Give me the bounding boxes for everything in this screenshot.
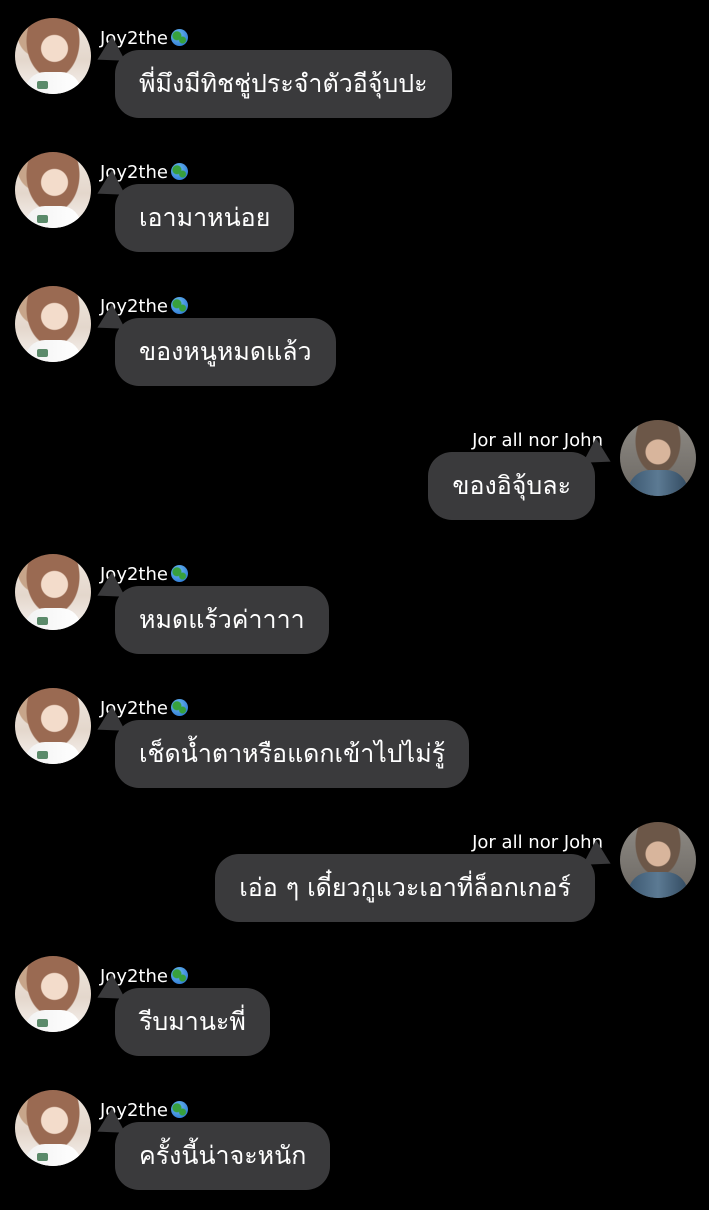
globe-icon <box>170 163 188 180</box>
avatar[interactable] <box>15 286 91 362</box>
avatar[interactable] <box>15 956 91 1032</box>
avatar-patch <box>37 215 48 223</box>
avatar-shirt <box>25 340 81 362</box>
message-bubble[interactable]: ของหนูหมดแล้ว <box>115 318 336 386</box>
avatar-patch <box>37 349 48 357</box>
avatar[interactable] <box>15 152 91 228</box>
message-bubble[interactable]: ครั้งนี้น่าจะหนัก <box>115 1122 331 1190</box>
avatar-patch <box>37 1153 48 1161</box>
avatar-patch <box>37 1019 48 1027</box>
avatar[interactable] <box>15 688 91 764</box>
avatar-patch <box>37 617 48 625</box>
message-row: Joy2the ของหนูหมดแล้ว <box>0 286 709 406</box>
globe-icon <box>170 565 188 582</box>
avatar-shirt <box>25 1010 81 1032</box>
avatar[interactable] <box>15 18 91 94</box>
avatar-patch <box>37 81 48 89</box>
avatar-jacket <box>628 872 688 898</box>
avatar[interactable] <box>620 420 696 496</box>
globe-icon <box>170 699 188 716</box>
globe-icon <box>170 297 188 314</box>
avatar[interactable] <box>15 554 91 630</box>
sender-name: Jor all nor John <box>472 430 603 451</box>
message-bubble[interactable]: พี่มึงมีทิชชู่ประจำตัวอีจุ้บปะ <box>115 50 452 118</box>
avatar-shirt <box>25 72 81 94</box>
avatar-patch <box>37 751 48 759</box>
message-bubble[interactable]: หมดแร้วค่าาาา <box>115 586 329 654</box>
sender-name: Jor all nor John <box>472 832 603 853</box>
avatar-jacket <box>628 470 688 496</box>
message-row: Jor all nor John เอ่อ ๆ เดี๋ยวกูแวะเอาที… <box>0 822 709 942</box>
message-row: Joy2the เอามาหน่อย <box>0 152 709 272</box>
avatar[interactable] <box>15 1090 91 1166</box>
avatar-shirt <box>25 206 81 228</box>
message-bubble[interactable]: รีบมานะพี่ <box>115 988 270 1056</box>
avatar[interactable] <box>620 822 696 898</box>
message-row: Joy2the รีบมานะพี่ <box>0 956 709 1076</box>
avatar-shirt <box>25 1144 81 1166</box>
message-bubble[interactable]: เอามาหน่อย <box>115 184 295 252</box>
globe-icon <box>170 1101 188 1118</box>
avatar-shirt <box>25 608 81 630</box>
avatar-shirt <box>25 742 81 764</box>
message-bubble[interactable]: เช็ดน้ำตาหรือแดกเข้าไปไม่รู้ <box>115 720 470 788</box>
message-bubble[interactable]: ของอิจุ้บละ <box>428 452 595 520</box>
message-row: Joy2the ครั้งนี้น่าจะหนัก <box>0 1090 709 1210</box>
globe-icon <box>170 29 188 46</box>
message-row: Joy2the หมดแร้วค่าาาา <box>0 554 709 674</box>
globe-icon <box>170 967 188 984</box>
sender-label: Jor all nor John <box>472 832 603 853</box>
message-row: Joy2the พี่มึงมีทิชชู่ประจำตัวอีจุ้บปะ <box>0 18 709 138</box>
message-row: Joy2the เช็ดน้ำตาหรือแดกเข้าไปไม่รู้ <box>0 688 709 808</box>
sender-label: Jor all nor John <box>472 430 603 451</box>
message-bubble[interactable]: เอ่อ ๆ เดี๋ยวกูแวะเอาที่ล็อกเกอร์ <box>215 854 595 922</box>
message-row: Jor all nor John ของอิจุ้บละ <box>0 420 709 540</box>
chat-thread: Joy2the พี่มึงมีทิชชู่ประจำตัวอีจุ้บปะ J… <box>0 0 709 1200</box>
